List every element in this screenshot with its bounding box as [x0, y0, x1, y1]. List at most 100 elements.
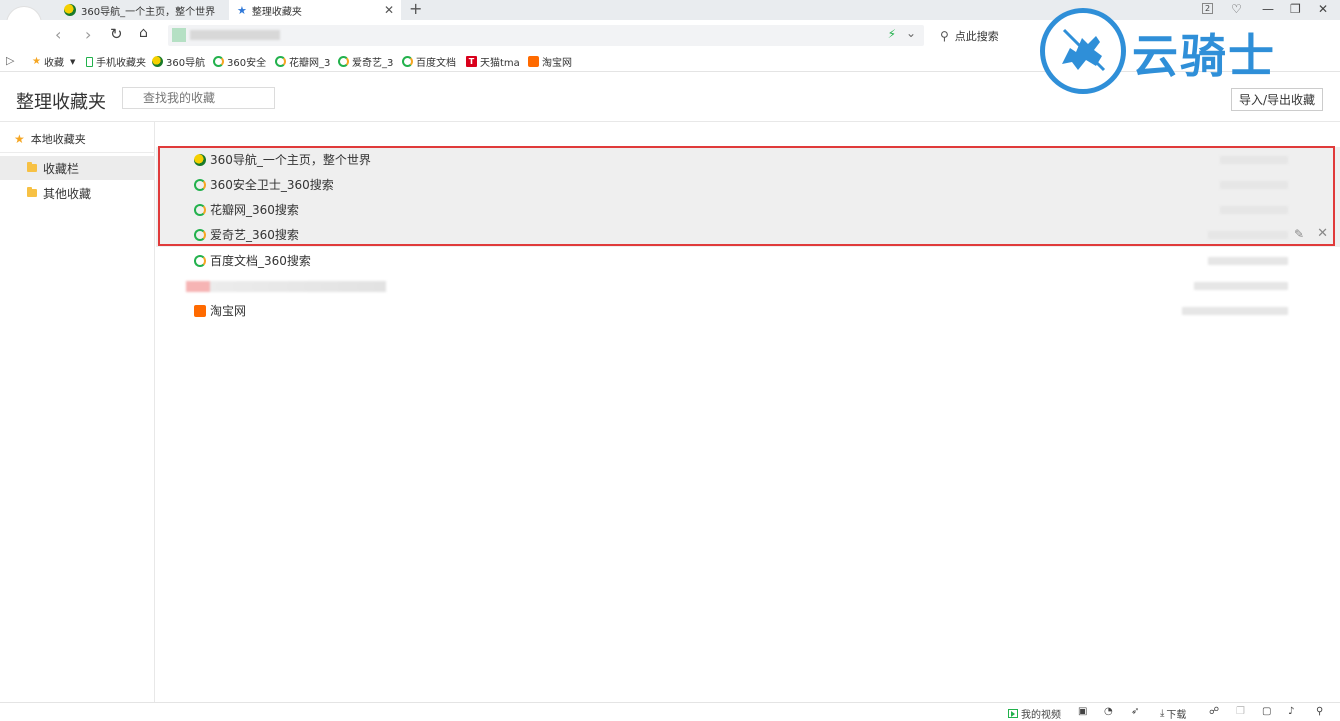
bookmark-url — [1220, 181, 1288, 189]
360-nav-icon — [64, 4, 76, 16]
status-bar: 我的视频 ▣ ◔ ➶ ⤓ 下载 ☍ ❐ ▢ ♪ ⚲ — [0, 702, 1340, 721]
list-item[interactable]: 百度文档_360搜索 — [156, 248, 1340, 273]
tab-manage-bookmarks[interactable]: ★ 整理收藏夹 ✕ — [229, 0, 401, 20]
image-icon[interactable]: ▣ — [1078, 706, 1087, 717]
sidebar-toggle-icon[interactable]: ▷ — [6, 54, 14, 67]
my-video-label: 我的视频 — [1021, 710, 1061, 721]
star-icon: ★ — [14, 132, 25, 146]
download-label: 下载 — [1166, 710, 1187, 721]
360-search-icon — [402, 56, 413, 67]
tab-360-nav[interactable]: 360导航_一个主页，整个世界 — [56, 0, 229, 20]
bookmark-url — [1208, 231, 1288, 239]
download-button[interactable]: ⤓ 下载 — [1160, 706, 1186, 721]
bookmark-item[interactable]: 淘宝网 — [528, 54, 572, 69]
search-icon: ⚲ — [940, 28, 949, 43]
list-item[interactable]: 360导航_一个主页，整个世界 — [156, 147, 1340, 172]
bookmark-title: 淘宝网 — [210, 304, 247, 318]
bookmark-label: 花瓣网_3 — [289, 58, 331, 69]
bookmark-label: 百度文档 — [416, 58, 456, 69]
folder-icon — [27, 162, 37, 172]
root-label: 本地收藏夹 — [30, 133, 86, 146]
star-icon: ★ — [237, 3, 247, 17]
edit-icon[interactable]: ✎ — [1294, 227, 1304, 241]
speed-mode-icon[interactable]: ⚡ — [888, 27, 896, 41]
volume-icon[interactable]: ♪ — [1288, 706, 1294, 717]
rocket-icon[interactable]: ➶ — [1131, 706, 1139, 717]
collect-label: 收藏 — [43, 58, 64, 69]
bookmark-label: 手机收藏夹 — [96, 58, 146, 69]
speed-icon[interactable]: ◔ — [1104, 706, 1113, 717]
bookmark-label: 360导航 — [166, 58, 206, 69]
home-icon[interactable]: ⌂ — [139, 25, 148, 41]
folder-icon — [27, 187, 37, 197]
refresh-icon[interactable]: ↻ — [110, 25, 123, 43]
list-item[interactable]: 花瓣网_360搜索 — [156, 197, 1340, 222]
collect-button[interactable]: ★ 收藏 ▼ — [32, 54, 75, 69]
360-nav-icon — [194, 153, 206, 166]
list-item[interactable]: 爱奇艺_360搜索 ✎ ✕ — [156, 222, 1340, 247]
list-item[interactable]: 淘宝网 — [156, 298, 1340, 323]
download-icon: ⤓ — [1160, 708, 1165, 719]
extension-icon[interactable]: ☍ — [1209, 706, 1219, 717]
taobao-icon — [194, 304, 206, 317]
url-text — [190, 30, 280, 40]
folder-label: 其他收藏 — [43, 186, 92, 201]
bookmark-title: 360导航_一个主页，整个世界 — [210, 153, 371, 167]
360-search-icon — [194, 228, 206, 241]
find-bookmarks-input[interactable] — [122, 87, 275, 109]
caret-down-icon: ▼ — [69, 57, 76, 66]
tmall-icon: T — [466, 56, 477, 67]
taobao-icon — [528, 56, 539, 67]
zoom-icon[interactable]: ⚲ — [1316, 706, 1323, 717]
close-tab-icon[interactable]: ✕ — [384, 3, 394, 17]
bookmark-label: 天猫tma — [480, 58, 520, 69]
my-video-button[interactable]: 我的视频 — [1008, 706, 1061, 721]
bookmark-item[interactable]: 花瓣网_3 — [275, 54, 330, 69]
site-icon — [172, 28, 186, 42]
watermark-text: 云骑士 — [1132, 29, 1276, 83]
list-item[interactable]: 360安全卫士_360搜索 — [156, 172, 1340, 197]
search-placeholder: 点此搜索 — [954, 29, 999, 43]
sidebar-divider — [0, 152, 155, 153]
local-bookmarks-root[interactable]: ★ 本地收藏夹 — [14, 131, 86, 147]
bookmark-title-blurred — [186, 281, 386, 292]
bookmark-title: 爱奇艺_360搜索 — [210, 228, 299, 242]
window-icon[interactable]: ▢ — [1262, 706, 1271, 717]
360-search-icon — [194, 178, 206, 191]
list-item[interactable] — [156, 273, 1340, 298]
bookmark-url — [1220, 156, 1288, 164]
bookmark-title: 花瓣网_360搜索 — [210, 203, 299, 217]
tab-label: 整理收藏夹 — [251, 6, 302, 18]
back-icon[interactable]: ‹ — [55, 25, 61, 44]
forward-icon[interactable]: › — [85, 25, 91, 44]
folder-bookmarks-bar[interactable]: 收藏栏 — [0, 156, 155, 180]
bookmark-item[interactable]: T 天猫tma — [466, 54, 520, 69]
delete-icon[interactable]: ✕ — [1317, 226, 1328, 241]
bookmark-url — [1208, 257, 1288, 265]
new-tab-button[interactable]: + — [409, 0, 422, 18]
bookmark-url — [1194, 282, 1288, 290]
header-divider — [0, 121, 1340, 122]
bookmark-url — [1182, 307, 1288, 315]
folder-other-bookmarks[interactable]: 其他收藏 — [0, 181, 155, 205]
bookmark-item[interactable]: 百度文档 — [402, 54, 456, 69]
bookmark-label: 淘宝网 — [542, 58, 572, 69]
360-search-icon — [275, 56, 286, 67]
star-icon: ★ — [32, 56, 41, 67]
copy-icon[interactable]: ❐ — [1236, 706, 1245, 717]
bookmark-item[interactable]: 360导航 — [152, 54, 205, 69]
phone-icon — [86, 56, 93, 67]
bookmark-title: 360安全卫士_360搜索 — [210, 178, 334, 192]
bookmark-item[interactable]: 手机收藏夹 — [86, 54, 146, 69]
folder-label: 收藏栏 — [43, 161, 80, 176]
bookmark-item[interactable]: 360安全 — [213, 54, 266, 69]
bookmark-item[interactable]: 爱奇艺_3 — [338, 54, 393, 69]
watermark: 云骑士 — [1040, 2, 1340, 97]
360-search-icon — [213, 56, 224, 67]
address-bar[interactable]: ⚡ ⌄ — [168, 25, 924, 46]
tab-label: 360导航_一个主页，整个世界 — [81, 6, 216, 18]
bookmark-url — [1220, 206, 1288, 214]
page-title: 整理收藏夹 — [16, 92, 106, 113]
bookmark-label: 360安全 — [227, 58, 267, 69]
chevron-down-icon[interactable]: ⌄ — [906, 26, 916, 40]
